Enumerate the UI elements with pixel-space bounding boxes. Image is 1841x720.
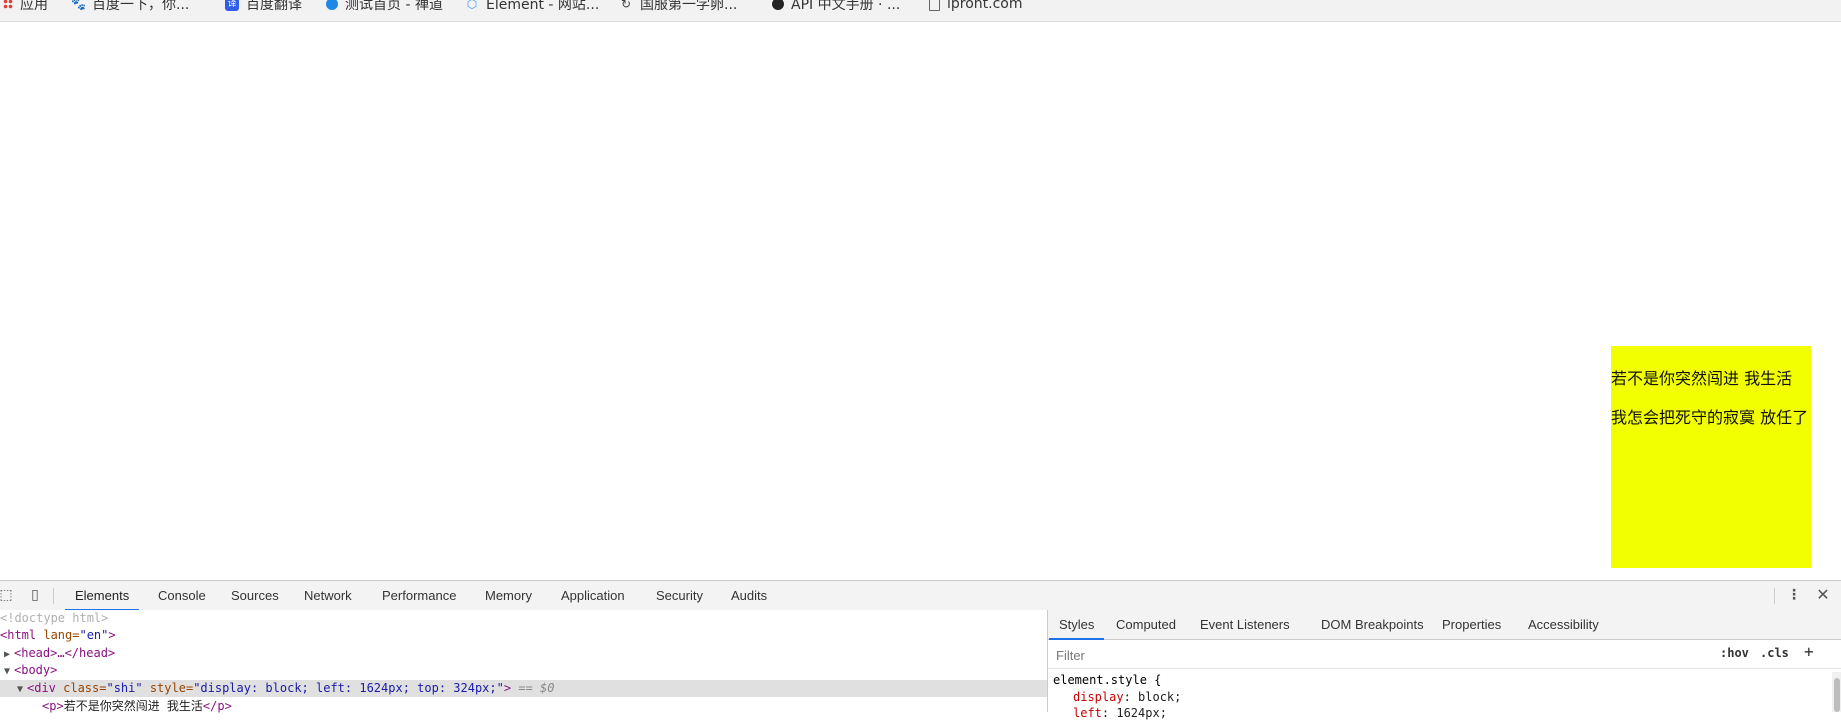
attr-value: "shi": [106, 681, 143, 695]
attr-value: "display: block; left: 1624px; top: 324p…: [193, 681, 504, 695]
tag-text: <div: [27, 681, 56, 695]
attr-value: "en": [79, 628, 109, 642]
tab-performance[interactable]: Performance: [382, 581, 456, 610]
tag-text: >: [503, 681, 512, 695]
bookmark-label: 百度一下，你...: [92, 0, 190, 13]
bookmark-label: 应用: [20, 0, 48, 13]
page-icon: [929, 0, 940, 11]
zentao-icon: [326, 0, 338, 10]
dom-node-div-selected[interactable]: ▼ <div class="shi" style="display: block;…: [0, 680, 1047, 697]
attr-name: style=: [142, 681, 194, 695]
styles-filter-row: :hov .cls +: [1048, 640, 1841, 669]
bookmark-apps[interactable]: 应用: [3, 0, 48, 13]
close-icon[interactable]: ✕: [1815, 587, 1831, 603]
tab-security[interactable]: Security: [656, 581, 703, 610]
tab-application[interactable]: Application: [561, 581, 625, 610]
bookmark-baidu-translate[interactable]: 译 百度翻译: [225, 0, 302, 13]
tab-computed[interactable]: Computed: [1116, 610, 1176, 639]
bookmark-label: Element - 网站...: [486, 0, 600, 13]
inspect-element-icon[interactable]: ⬚: [0, 587, 14, 603]
tag-text: </p>: [202, 699, 232, 713]
lyrics-line: 若不是你突然闯进 我生活: [1611, 369, 1793, 388]
styles-scrollbar[interactable]: [1832, 672, 1841, 712]
bookmark-element[interactable]: ⬡ Element - 网站...: [465, 0, 600, 13]
tab-properties[interactable]: Properties: [1442, 610, 1501, 639]
bookmark-label: 测试首页 - 禅道: [345, 0, 443, 13]
scrollbar-thumb[interactable]: [1834, 678, 1840, 712]
tab-memory[interactable]: Memory: [485, 581, 532, 610]
lyrics-line: 我怎会把死守的寂寞 放任了: [1611, 408, 1809, 427]
translate-icon: 译: [225, 0, 239, 11]
css-declaration[interactable]: display: block;: [1073, 690, 1181, 704]
github-icon: [772, 0, 784, 10]
css-prop-name: display: [1073, 690, 1124, 704]
css-prop-name: left: [1073, 706, 1102, 720]
page-viewport: 若不是你突然闯进 我生活 我怎会把死守的寂寞 放任了: [0, 22, 1841, 580]
bookmark-label: lpront.com: [947, 0, 1023, 12]
lyrics-box: 若不是你突然闯进 我生活 我怎会把死守的寂寞 放任了: [1611, 346, 1811, 568]
toolbar-divider: [53, 588, 54, 604]
css-prop-value: block;: [1138, 690, 1182, 704]
tab-elements[interactable]: Elements: [64, 581, 140, 611]
dom-node-head[interactable]: ▶ <head>…</head>: [0, 645, 1047, 662]
tab-network[interactable]: Network: [304, 581, 352, 610]
selected-marker: == $0: [511, 681, 555, 695]
tab-accessibility[interactable]: Accessibility: [1528, 610, 1599, 639]
devtools-panel: ⬚ ▯ Elements Console Sources Network Per…: [0, 580, 1841, 720]
element-style-selector: element.style {: [1053, 673, 1162, 687]
tab-dom-breakpoints[interactable]: DOM Breakpoints: [1321, 610, 1424, 639]
dom-node-p[interactable]: <p>若不是你突然闯进 我生活</p>: [0, 698, 1047, 715]
devtools-toolbar: ⬚ ▯ Elements Console Sources Network Per…: [0, 580, 1841, 611]
bookmark-label: API 中文手册 · ...: [791, 0, 901, 13]
baidu-icon: 🐾: [71, 0, 86, 11]
more-options-icon[interactable]: ⋮: [1786, 587, 1802, 603]
node-text: 若不是你突然闯进 我生活: [63, 699, 203, 713]
device-toggle-icon[interactable]: ▯: [27, 587, 43, 603]
tab-event-listeners[interactable]: Event Listeners: [1200, 610, 1290, 639]
expand-triangle-icon[interactable]: ▶: [4, 646, 14, 663]
apps-grid-icon: [3, 0, 13, 9]
collapse-triangle-icon[interactable]: ▼: [4, 663, 14, 680]
tag-text: <html: [0, 628, 37, 642]
css-prop-value: 1624px;: [1116, 706, 1167, 720]
styles-sidebar: Styles Computed Event Listeners DOM Brea…: [1047, 610, 1841, 720]
cls-toggle-button[interactable]: .cls: [1760, 646, 1789, 660]
attr-name: class=: [55, 681, 107, 695]
tag-text: <body>: [14, 663, 58, 677]
elements-dom-tree: <!doctype html> <html lang="en"> ▶ <head>…: [0, 610, 1047, 715]
bookmark-api-manual[interactable]: API 中文手册 · ...: [772, 0, 900, 13]
tab-audits[interactable]: Audits: [731, 581, 767, 610]
bookmark-zentao[interactable]: 测试首页 - 禅道: [326, 0, 443, 13]
link-icon: ↻: [620, 0, 632, 11]
bookmark-guofu[interactable]: ↻ 国服第一学卵...: [619, 0, 737, 13]
toolbar-divider: [1774, 588, 1775, 604]
dom-node-doctype[interactable]: <!doctype html>: [0, 610, 1047, 627]
doctype-text: <!doctype html>: [0, 611, 109, 625]
bookmark-label: 国服第一学卵...: [640, 0, 738, 13]
add-style-rule-button[interactable]: +: [1804, 642, 1814, 661]
element-icon: ⬡: [466, 0, 478, 11]
dom-node-html[interactable]: <html lang="en">: [0, 627, 1047, 644]
hov-toggle-button[interactable]: :hov: [1720, 646, 1749, 660]
bookmark-lpront[interactable]: lpront.com: [929, 0, 1023, 13]
tag-text: >: [108, 628, 116, 642]
tab-styles[interactable]: Styles: [1048, 610, 1105, 640]
styles-filter-input[interactable]: [1054, 644, 1718, 666]
bookmark-baidu[interactable]: 🐾 百度一下，你...: [71, 0, 189, 13]
css-declaration[interactable]: left: 1624px;: [1073, 706, 1167, 720]
tab-sources[interactable]: Sources: [231, 581, 279, 610]
collapse-triangle-icon[interactable]: ▼: [17, 681, 27, 698]
tag-text: <p>: [42, 699, 64, 713]
attr-name: lang=: [36, 628, 80, 642]
styles-tabs: Styles Computed Event Listeners DOM Brea…: [1048, 610, 1841, 640]
bookmark-label: 百度翻译: [246, 0, 302, 13]
bookmarks-bar: 应用 🐾 百度一下，你... 译 百度翻译 测试首页 - 禅道 ⬡ Elemen…: [0, 0, 1841, 22]
tag-text: <head>…</head>: [14, 646, 116, 660]
tab-console[interactable]: Console: [158, 581, 206, 610]
dom-node-body[interactable]: ▼ <body>: [0, 662, 1047, 679]
